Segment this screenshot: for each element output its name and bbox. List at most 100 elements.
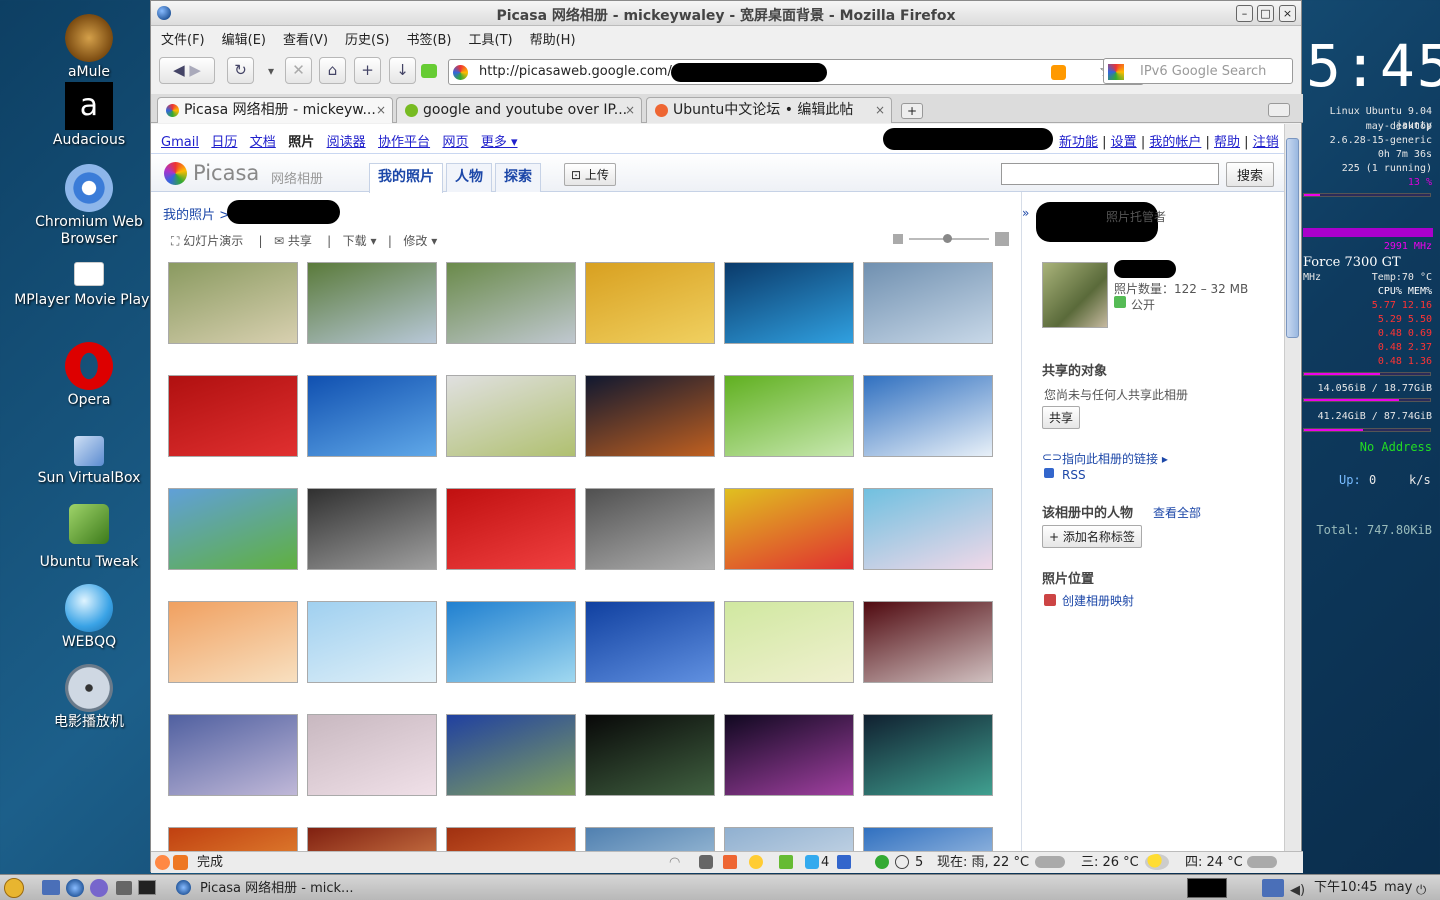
audacious-desktop-icon[interactable]: a Audacious <box>8 82 170 149</box>
tab-close-icon[interactable]: × <box>376 98 386 122</box>
url-bar[interactable]: http://picasaweb.google.com/ ☆ <box>448 59 1144 85</box>
menu-history[interactable]: 历史(S) <box>345 29 389 48</box>
gbar-whats-new[interactable]: 新功能 <box>1059 135 1098 150</box>
photo-thumbnail[interactable] <box>168 375 298 457</box>
photo-thumbnail[interactable] <box>724 714 854 796</box>
pidgin-icon[interactable] <box>90 879 108 897</box>
photo-thumbnail[interactable] <box>446 601 576 683</box>
history-dropdown-icon[interactable]: ▾ <box>268 64 274 78</box>
upload-button[interactable]: ⊡ 上传 <box>564 163 616 186</box>
slideshow-link[interactable]: 幻灯片演示 <box>183 234 243 248</box>
download-button[interactable]: ↓ <box>389 57 416 84</box>
create-map-link[interactable]: 创建相册映射 <box>1062 592 1134 609</box>
screenshot-launcher-icon[interactable] <box>116 881 132 895</box>
url-text[interactable]: http://picasaweb.google.com/ <box>479 64 672 79</box>
photo-thumbnail[interactable] <box>724 827 854 851</box>
photo-thumbnail[interactable] <box>585 601 715 683</box>
amule-desktop-icon[interactable]: aMule <box>8 14 170 81</box>
tab-people[interactable]: 人物 <box>446 163 492 192</box>
addon-icon[interactable] <box>421 64 437 78</box>
network-addon-icon[interactable] <box>837 855 851 869</box>
new-tab-button[interactable]: + <box>354 57 381 84</box>
rss-icon[interactable] <box>1051 65 1066 80</box>
photo-thumbnail[interactable] <box>307 375 437 457</box>
menu-file[interactable]: 文件(F) <box>161 29 205 48</box>
gbar-my-account[interactable]: 我的帐户 <box>1149 135 1201 150</box>
stop-button[interactable]: ✕ <box>285 57 312 84</box>
close-button[interactable]: × <box>1279 5 1296 22</box>
taskbar-firefox[interactable]: Picasa 网络相册 - mick... <box>170 876 370 900</box>
virtualbox-desktop-icon[interactable]: Sun VirtualBox <box>8 436 170 487</box>
picasa-logo-text[interactable]: Picasa <box>193 161 259 185</box>
photo-thumbnail[interactable] <box>446 375 576 457</box>
chromium-desktop-icon[interactable]: Chromium Web Browser <box>8 164 170 248</box>
photo-thumbnail[interactable] <box>724 601 854 683</box>
album-link[interactable]: 指向此相册的链接 ▸ <box>1062 450 1168 467</box>
gbar-web[interactable]: 网页 <box>442 135 468 150</box>
share-album-button[interactable]: 共享 <box>1042 406 1081 429</box>
photo-thumbnail[interactable] <box>863 827 993 851</box>
gbar-sign-out[interactable]: 注销 <box>1253 135 1279 150</box>
system-monitor-applet[interactable] <box>1187 878 1227 898</box>
edit-link[interactable]: 修改 ▾ <box>403 234 437 248</box>
movie-player-desktop-icon[interactable]: 电影播放机 <box>8 664 170 731</box>
webqq-desktop-icon[interactable]: WEBQQ <box>8 584 170 651</box>
photo-thumbnail[interactable] <box>168 714 298 796</box>
online-status-icon[interactable] <box>875 855 889 869</box>
volume-icon[interactable]: ◀) <box>1290 878 1305 900</box>
menu-bookmarks[interactable]: 书签(B) <box>406 29 451 48</box>
forward-arrow-icon[interactable]: ▶ <box>189 61 201 79</box>
slider-handle[interactable] <box>943 234 952 243</box>
firebug-icon[interactable] <box>699 855 713 869</box>
gbar-help[interactable]: 帮助 <box>1214 135 1240 150</box>
gbar-calendar[interactable]: 日历 <box>211 135 237 150</box>
photo-thumbnail[interactable] <box>863 601 993 683</box>
photo-thumbnail[interactable] <box>585 262 715 344</box>
picasa-search-button[interactable]: 搜索 <box>1226 162 1275 187</box>
photo-thumbnail[interactable] <box>585 488 715 570</box>
file-manager-icon[interactable] <box>42 880 60 895</box>
photo-thumbnail[interactable] <box>307 714 437 796</box>
photo-thumbnail[interactable] <box>446 488 576 570</box>
rss-status-icon[interactable]: ◠ <box>669 852 680 873</box>
gbar-photos[interactable]: 照片 <box>288 135 314 150</box>
terminal-icon[interactable] <box>138 880 156 895</box>
share-link[interactable]: 共享 <box>288 234 312 248</box>
twitter-icon[interactable] <box>805 855 819 869</box>
breadcrumb-my-photos[interactable]: 我的照片 > <box>163 208 230 223</box>
photo-thumbnail[interactable] <box>168 488 298 570</box>
add-name-tag-button[interactable]: + 添加名称标签 <box>1042 525 1142 548</box>
photo-thumbnail[interactable] <box>307 262 437 344</box>
search-bar[interactable]: IPv6 Google Search <box>1103 58 1293 84</box>
tab-explore[interactable]: 探索 <box>495 163 541 192</box>
tab-list-icon[interactable] <box>1268 103 1290 117</box>
photo-thumbnail[interactable] <box>168 601 298 683</box>
panel-user[interactable]: may <box>1384 875 1412 900</box>
gbar-gmail[interactable]: Gmail <box>161 135 199 150</box>
gbar-reader[interactable]: 阅读器 <box>327 135 366 150</box>
tab-close-icon[interactable]: × <box>625 98 635 122</box>
photo-thumbnail[interactable] <box>863 375 993 457</box>
clock-status-icon[interactable] <box>895 855 909 869</box>
google-search-icon[interactable] <box>1108 64 1124 80</box>
weather-thursday[interactable]: 四: 24 °C <box>1185 852 1243 873</box>
photo-thumbnail[interactable] <box>446 262 576 344</box>
back-forward-button[interactable]: ◀ ▶ <box>159 57 215 84</box>
page-scrollbar[interactable] <box>1284 124 1300 851</box>
back-arrow-icon[interactable]: ◀ <box>173 61 185 79</box>
tab-picasa[interactable]: Picasa 网络相册 - mickeyw... × <box>157 97 393 123</box>
photo-thumbnail[interactable] <box>168 262 298 344</box>
photo-thumbnail[interactable] <box>446 827 576 851</box>
photo-thumbnail[interactable] <box>863 488 993 570</box>
photo-thumbnail[interactable] <box>724 375 854 457</box>
weather-wednesday[interactable]: 三: 26 °C <box>1081 852 1139 873</box>
photo-thumbnail[interactable] <box>585 375 715 457</box>
panel-clock[interactable]: 下午10:45 <box>1314 875 1377 900</box>
opera-desktop-icon[interactable]: Opera <box>8 342 170 409</box>
gbar-more[interactable]: 更多 ▾ <box>481 135 518 150</box>
download-link[interactable]: 下载 ▾ <box>343 234 377 248</box>
tab-my-photos[interactable]: 我的照片 <box>369 163 443 193</box>
photo-thumbnail[interactable] <box>168 827 298 851</box>
photo-thumbnail[interactable] <box>724 262 854 344</box>
gbar-sites[interactable]: 协作平台 <box>378 135 430 150</box>
